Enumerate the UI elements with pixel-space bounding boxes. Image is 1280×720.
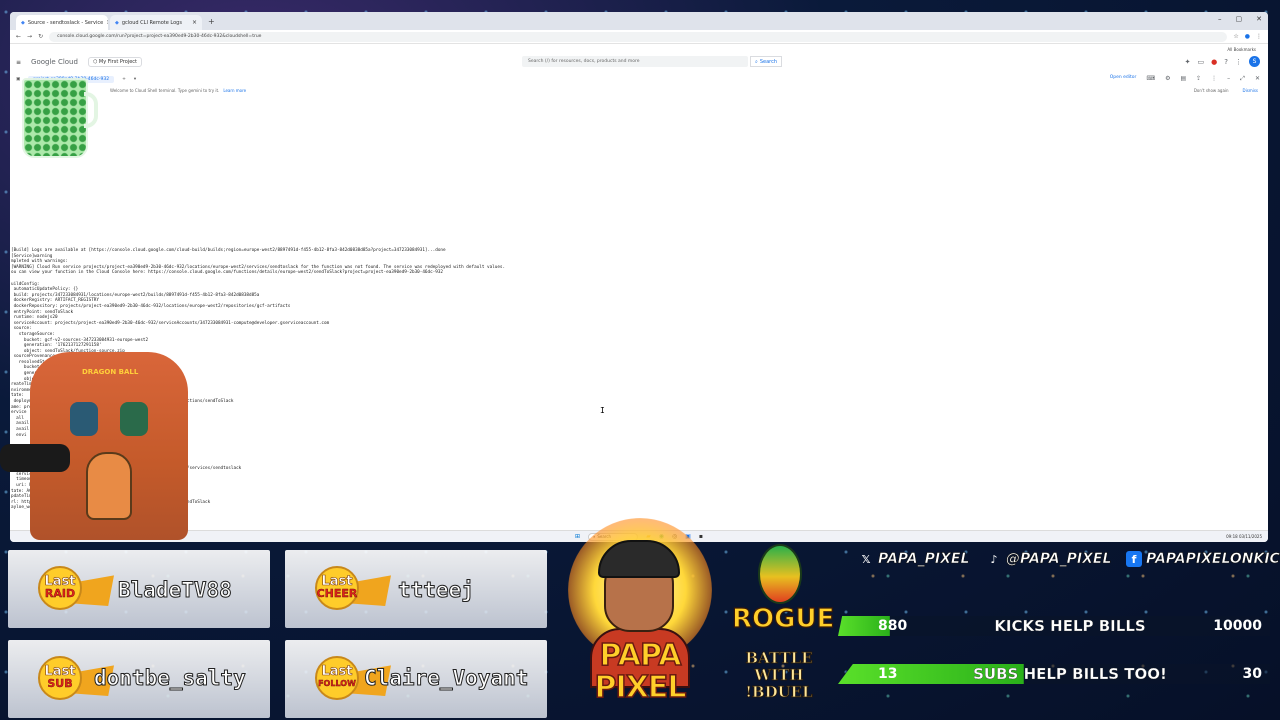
social-x[interactable]: 𝕏 PAPA_PIXEL bbox=[858, 551, 970, 568]
gemini-icon[interactable]: ✦ bbox=[1185, 58, 1191, 66]
info-text: Welcome to Cloud Shell terminal. Type ge… bbox=[110, 87, 220, 93]
close-window-icon[interactable]: ✕ bbox=[1256, 15, 1262, 23]
subs-goal-bar: 13 SUBS HELP BILLS TOO! 30 bbox=[838, 664, 1270, 684]
reload-icon[interactable]: ↻ bbox=[38, 33, 43, 40]
logo-text: PAPA PIXEL bbox=[594, 638, 687, 705]
x-icon: 𝕏 bbox=[861, 552, 871, 566]
learn-more-link[interactable]: Learn more bbox=[223, 88, 246, 93]
last-raid-badge: Last RAID bbox=[38, 564, 116, 614]
chair-panel-left bbox=[70, 402, 98, 436]
headset bbox=[0, 444, 70, 472]
terminal[interactable]: [Build] Logs are available at [https://c… bbox=[10, 108, 1268, 532]
stream-frame: ◆ Source - sendtoslack - Service × ◆ gcl… bbox=[0, 0, 1280, 720]
tab-cloud-run-source[interactable]: ◆ Source - sendtoslack - Service × bbox=[16, 15, 108, 30]
goku-print bbox=[86, 452, 132, 520]
papa-pixel-logo: PAPA PIXEL bbox=[560, 510, 720, 720]
google-cloud-favicon-icon: ◆ bbox=[21, 19, 25, 26]
search-icon: ⌕ bbox=[755, 58, 758, 65]
taskbar-clock: 09:18 03/11/2025 bbox=[1226, 534, 1262, 539]
last-follow-name: Claire_Voyant bbox=[363, 666, 529, 691]
mug-handle bbox=[84, 92, 98, 128]
expand-icon[interactable]: ⤢ bbox=[1240, 75, 1245, 83]
goal-title: SUBS HELP BILLS TOO! bbox=[973, 665, 1167, 683]
terminal-icon: ▣ bbox=[16, 76, 21, 82]
chair-logo: DRAGON BALL bbox=[82, 368, 139, 376]
goal-target: 10000 bbox=[1213, 618, 1262, 634]
last-cheer-badge: Last CHEER bbox=[315, 564, 393, 614]
parrot-icon bbox=[740, 540, 820, 610]
goal-target: 30 bbox=[1242, 666, 1262, 682]
last-raid-name: BladeTV88 bbox=[118, 578, 233, 603]
kicks-goal-bar: 880 KICKS HELP BILLS 10000 bbox=[838, 616, 1270, 636]
more-icon[interactable]: ⋮ bbox=[1235, 58, 1242, 66]
more-icon[interactable]: ⋮ bbox=[1211, 75, 1217, 83]
shamrock-mug bbox=[22, 78, 88, 158]
social-facebook[interactable]: f PAPAPIXELONKICK bbox=[1126, 551, 1280, 567]
close-icon[interactable]: ✕ bbox=[1255, 75, 1260, 83]
help-icon[interactable]: ? bbox=[1224, 58, 1228, 66]
upload-icon[interactable]: ⇪ bbox=[1196, 75, 1201, 83]
tab-label: gcloud CLI Remote Logs bbox=[121, 19, 182, 26]
tab-strip: ◆ Source - sendtoslack - Service × ◆ gcl… bbox=[10, 12, 1268, 30]
minimize-icon[interactable]: – bbox=[1227, 75, 1230, 83]
cloud-shell-icon[interactable]: ▭ bbox=[1198, 58, 1205, 66]
text-cursor-icon: I bbox=[600, 406, 605, 415]
minimize-icon[interactable]: – bbox=[1218, 15, 1222, 23]
hamburger-icon[interactable]: ≡ bbox=[16, 59, 21, 66]
last-cheer-name: ttteej bbox=[398, 578, 475, 603]
maximize-icon[interactable]: ▢ bbox=[1236, 15, 1243, 23]
new-tab-button[interactable]: + bbox=[204, 17, 219, 26]
menu-icon[interactable]: ⋮ bbox=[1256, 33, 1262, 40]
tab-label: Source - sendtoslack - Service bbox=[27, 19, 104, 26]
web-preview-icon[interactable]: ▤ bbox=[1180, 75, 1186, 83]
keyboard-icon[interactable]: ⌨ bbox=[1146, 75, 1155, 83]
terminal-output: [Build] Logs are available at [https://c… bbox=[11, 248, 506, 510]
info-banner: Welcome to Cloud Shell terminal. Type ge… bbox=[10, 85, 1268, 95]
close-icon[interactable]: × bbox=[106, 19, 108, 26]
close-icon[interactable]: × bbox=[192, 19, 197, 26]
cloudshell-toolbar: ▣ project-ea390ed9-2b30-46dc-932 + ▾ Ope… bbox=[10, 73, 1268, 85]
battle-command: BATTLE WITH !BDUEL bbox=[745, 649, 813, 701]
dismiss-button[interactable]: Dismiss bbox=[1243, 88, 1258, 93]
search-button[interactable]: ⌕ Search bbox=[750, 56, 782, 67]
settings-icon[interactable]: ⚙ bbox=[1165, 75, 1170, 83]
address-bar: ← → ↻ console.cloud.google.com/run?proje… bbox=[10, 30, 1268, 44]
avatar[interactable]: S bbox=[1249, 56, 1260, 67]
rogue-title: ROGUE bbox=[731, 603, 835, 634]
tab-gcloud-logs[interactable]: ◆ gcloud CLI Remote Logs × bbox=[110, 15, 202, 30]
search-input[interactable]: Search (/) for resources, docs, products… bbox=[522, 56, 748, 67]
browser-window: ◆ Source - sendtoslack - Service × ◆ gcl… bbox=[10, 12, 1268, 542]
profile-icon[interactable]: ● bbox=[1245, 33, 1250, 40]
bookmark-star-icon[interactable]: ☆ bbox=[1233, 33, 1238, 40]
open-editor-button[interactable]: Open editor bbox=[1110, 75, 1137, 83]
window-controls: – ▢ ✕ bbox=[1218, 15, 1262, 23]
social-tiktok[interactable]: ♪ @PAPA_PIXEL bbox=[986, 551, 1111, 568]
add-tab-icon[interactable]: + bbox=[122, 77, 126, 82]
back-icon[interactable]: ← bbox=[16, 33, 21, 40]
url-field[interactable]: console.cloud.google.com/run?project=pro… bbox=[49, 31, 1228, 42]
goal-title: KICKS HELP BILLS bbox=[994, 617, 1146, 635]
tiktok-icon: ♪ bbox=[990, 552, 998, 566]
facebook-icon: f bbox=[1126, 551, 1142, 567]
forward-icon[interactable]: → bbox=[27, 33, 32, 40]
chevron-down-icon[interactable]: ▾ bbox=[134, 77, 136, 82]
dont-show-again-button[interactable]: Don't show again bbox=[1194, 88, 1229, 93]
gc-header: ≡ Google Cloud ⬡ My First Project Search… bbox=[10, 51, 1268, 73]
chair-panel-right bbox=[120, 402, 148, 436]
google-cloud-favicon-icon: ◆ bbox=[115, 19, 119, 26]
cloudshell-actions: Open editor ⌨ ⚙ ▤ ⇪ ⋮ – ⤢ ✕ bbox=[1110, 75, 1260, 83]
gc-header-icons: ✦ ▭ ● ? ⋮ S bbox=[1185, 56, 1260, 67]
google-cloud-logo[interactable]: Google Cloud bbox=[31, 58, 78, 66]
project-picker[interactable]: ⬡ My First Project bbox=[87, 57, 142, 67]
last-sub-name: dontbe_salty bbox=[94, 666, 247, 691]
notifications-icon[interactable]: ● bbox=[1211, 58, 1217, 66]
